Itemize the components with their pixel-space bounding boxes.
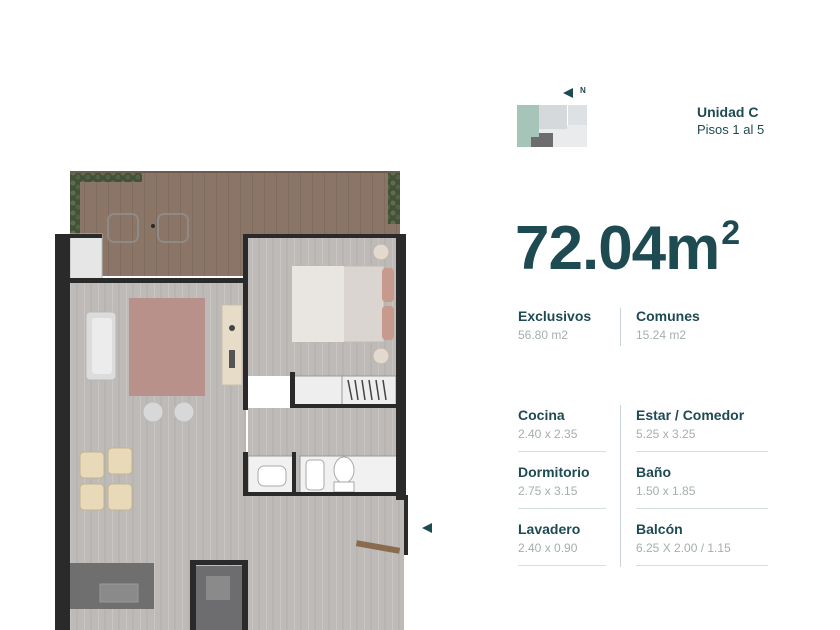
summary-label-exclusivos: Exclusivos xyxy=(518,308,592,324)
floor-plan xyxy=(55,171,408,630)
total-area-unit-sup: 2 xyxy=(721,214,740,252)
total-area-value: 72.04m xyxy=(515,214,720,283)
room-value-estar-comedor: 5.25 x 3.25 xyxy=(636,427,696,441)
key-plan-thumbnail xyxy=(517,105,587,147)
room-label-bano: Baño xyxy=(636,464,671,480)
unit-floors: Pisos 1 al 5 xyxy=(697,122,765,137)
room-label-dormitorio: Dormitorio xyxy=(518,464,590,480)
unit-highlight xyxy=(531,137,553,147)
row-divider xyxy=(518,565,606,566)
room-value-bano: 1.50 x 1.85 xyxy=(636,484,696,498)
total-area: 72.04m2 xyxy=(515,216,740,280)
summary-divider xyxy=(620,308,621,346)
unit-title: Unidad C xyxy=(697,104,759,120)
summary-value-exclusivos: 56.80 m2 xyxy=(518,328,569,342)
room-label-cocina: Cocina xyxy=(518,407,565,423)
room-value-lavadero: 2.40 x 0.90 xyxy=(518,541,578,555)
room-value-balcon: 6.25 X 2.00 / 1.15 xyxy=(636,541,731,555)
row-divider xyxy=(518,508,606,509)
room-value-cocina: 2.40 x 2.35 xyxy=(518,427,578,441)
room-label-estar-comedor: Estar / Comedor xyxy=(636,407,745,423)
north-arrow-icon xyxy=(563,88,573,98)
summary-label-comunes: Comunes xyxy=(636,308,700,324)
room-value-dormitorio: 2.75 x 3.15 xyxy=(518,484,578,498)
row-divider xyxy=(636,508,768,509)
summary-value-comunes: 15.24 m2 xyxy=(636,328,687,342)
room-label-lavadero: Lavadero xyxy=(518,521,581,537)
room-label-balcon: Balcón xyxy=(636,521,683,537)
row-divider xyxy=(518,451,606,452)
entrance-arrow-icon xyxy=(422,523,432,533)
rooms-divider xyxy=(620,405,621,567)
north-label: N xyxy=(580,86,586,95)
row-divider xyxy=(636,451,768,452)
bedroom xyxy=(248,236,400,407)
row-divider xyxy=(636,565,768,566)
north-indicator: N xyxy=(563,86,587,100)
